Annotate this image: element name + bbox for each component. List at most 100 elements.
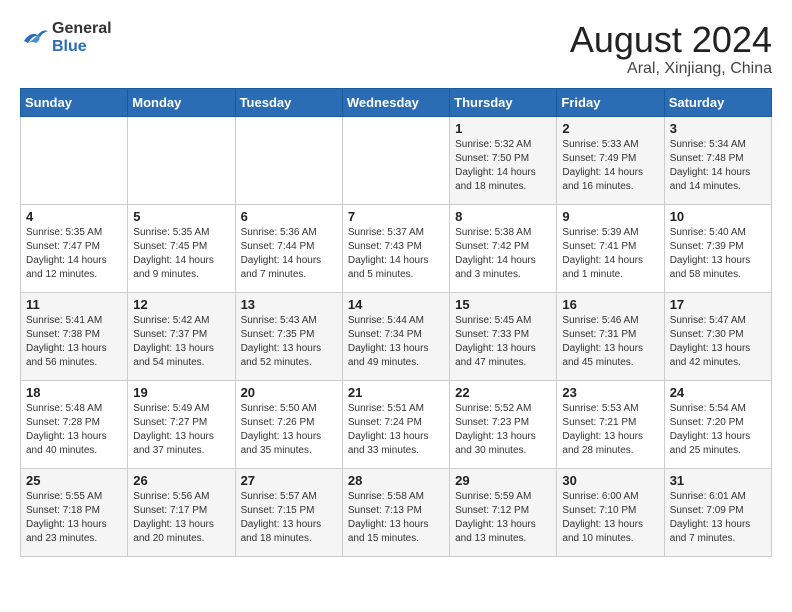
calendar-cell: 16 Sunrise: 5:46 AM Sunset: 7:31 PM Dayli… (557, 292, 664, 380)
logo: General Blue (20, 20, 112, 56)
page-header: General Blue August 2024 Aral, Xinjiang,… (20, 20, 772, 78)
day-number: 6 (241, 209, 337, 224)
day-number: 18 (26, 385, 122, 400)
calendar-cell: 21 Sunrise: 5:51 AM Sunset: 7:24 PM Dayli… (342, 380, 449, 468)
day-content: Sunrise: 5:55 AM Sunset: 7:18 PM Dayligh… (26, 490, 122, 546)
title-block: August 2024 Aral, Xinjiang, China (570, 20, 772, 78)
day-content: Sunrise: 5:47 AM Sunset: 7:30 PM Dayligh… (670, 314, 766, 370)
day-content: Sunrise: 5:51 AM Sunset: 7:24 PM Dayligh… (348, 402, 444, 458)
day-number: 21 (348, 385, 444, 400)
day-number: 4 (26, 209, 122, 224)
calendar-cell: 12 Sunrise: 5:42 AM Sunset: 7:37 PM Dayli… (128, 292, 235, 380)
day-content: Sunrise: 5:53 AM Sunset: 7:21 PM Dayligh… (562, 402, 658, 458)
calendar-cell: 13Sunrise: 5:43 AM Sunset: 7:35 PM Dayli… (235, 292, 342, 380)
day-content: Sunrise: 5:46 AM Sunset: 7:31 PM Dayligh… (562, 314, 658, 370)
day-number: 12 (133, 297, 229, 312)
location-subtitle: Aral, Xinjiang, China (570, 60, 772, 78)
calendar-cell: 22 Sunrise: 5:52 AM Sunset: 7:23 PM Dayli… (450, 380, 557, 468)
calendar-cell: 11Sunrise: 5:41 AM Sunset: 7:38 PM Dayli… (21, 292, 128, 380)
day-content: Sunrise: 5:34 AM Sunset: 7:48 PM Dayligh… (670, 138, 766, 194)
weekday-header-wednesday: Wednesday (342, 88, 449, 116)
day-number: 30 (562, 473, 658, 488)
weekday-header-tuesday: Tuesday (235, 88, 342, 116)
calendar-cell: 5Sunrise: 5:35 AM Sunset: 7:45 PM Daylig… (128, 204, 235, 292)
calendar-cell: 28Sunrise: 5:58 AM Sunset: 7:13 PM Dayli… (342, 468, 449, 556)
day-number: 10 (670, 209, 766, 224)
day-content: Sunrise: 5:41 AM Sunset: 7:38 PM Dayligh… (26, 314, 122, 370)
calendar-cell: 7 Sunrise: 5:37 AM Sunset: 7:43 PM Daylig… (342, 204, 449, 292)
day-content: Sunrise: 5:45 AM Sunset: 7:33 PM Dayligh… (455, 314, 551, 370)
calendar-cell (128, 116, 235, 204)
weekday-header-monday: Monday (128, 88, 235, 116)
day-content: Sunrise: 5:33 AM Sunset: 7:49 PM Dayligh… (562, 138, 658, 194)
weekday-header-friday: Friday (557, 88, 664, 116)
calendar-cell: 26 Sunrise: 5:56 AM Sunset: 7:17 PM Dayli… (128, 468, 235, 556)
calendar-cell (342, 116, 449, 204)
calendar-week-row: 4 Sunrise: 5:35 AM Sunset: 7:47 PM Daylig… (21, 204, 772, 292)
day-number: 20 (241, 385, 337, 400)
calendar-cell: 1Sunrise: 5:32 AM Sunset: 7:50 PM Daylig… (450, 116, 557, 204)
day-content: Sunrise: 5:42 AM Sunset: 7:37 PM Dayligh… (133, 314, 229, 370)
day-number: 26 (133, 473, 229, 488)
calendar-cell: 2 Sunrise: 5:33 AM Sunset: 7:49 PM Daylig… (557, 116, 664, 204)
day-number: 23 (562, 385, 658, 400)
calendar-cell: 29Sunrise: 5:59 AM Sunset: 7:12 PM Dayli… (450, 468, 557, 556)
calendar-cell: 17 Sunrise: 5:47 AM Sunset: 7:30 PM Dayli… (664, 292, 771, 380)
weekday-header-thursday: Thursday (450, 88, 557, 116)
calendar-body: 1Sunrise: 5:32 AM Sunset: 7:50 PM Daylig… (21, 116, 772, 556)
day-content: Sunrise: 5:57 AM Sunset: 7:15 PM Dayligh… (241, 490, 337, 546)
day-number: 13 (241, 297, 337, 312)
day-number: 9 (562, 209, 658, 224)
day-number: 7 (348, 209, 444, 224)
day-number: 3 (670, 121, 766, 136)
day-number: 24 (670, 385, 766, 400)
weekday-header-sunday: Sunday (21, 88, 128, 116)
day-content: Sunrise: 5:50 AM Sunset: 7:26 PM Dayligh… (241, 402, 337, 458)
calendar-cell: 10 Sunrise: 5:40 AM Sunset: 7:39 PM Dayli… (664, 204, 771, 292)
calendar-cell: 27 Sunrise: 5:57 AM Sunset: 7:15 PM Dayli… (235, 468, 342, 556)
calendar-cell: 4 Sunrise: 5:35 AM Sunset: 7:47 PM Daylig… (21, 204, 128, 292)
day-number: 25 (26, 473, 122, 488)
day-number: 14 (348, 297, 444, 312)
day-number: 2 (562, 121, 658, 136)
calendar-cell: 18Sunrise: 5:48 AM Sunset: 7:28 PM Dayli… (21, 380, 128, 468)
day-content: Sunrise: 5:40 AM Sunset: 7:39 PM Dayligh… (670, 226, 766, 282)
day-number: 16 (562, 297, 658, 312)
day-content: Sunrise: 5:32 AM Sunset: 7:50 PM Dayligh… (455, 138, 551, 194)
calendar-cell: 9Sunrise: 5:39 AM Sunset: 7:41 PM Daylig… (557, 204, 664, 292)
day-content: Sunrise: 5:35 AM Sunset: 7:45 PM Dayligh… (133, 226, 229, 282)
day-content: Sunrise: 5:37 AM Sunset: 7:43 PM Dayligh… (348, 226, 444, 282)
day-content: Sunrise: 5:38 AM Sunset: 7:42 PM Dayligh… (455, 226, 551, 282)
calendar-cell: 24 Sunrise: 5:54 AM Sunset: 7:20 PM Dayli… (664, 380, 771, 468)
day-content: Sunrise: 5:36 AM Sunset: 7:44 PM Dayligh… (241, 226, 337, 282)
day-content: Sunrise: 5:54 AM Sunset: 7:20 PM Dayligh… (670, 402, 766, 458)
logo-text: General Blue (52, 20, 112, 56)
calendar-week-row: 25 Sunrise: 5:55 AM Sunset: 7:18 PM Dayli… (21, 468, 772, 556)
day-number: 19 (133, 385, 229, 400)
day-number: 22 (455, 385, 551, 400)
day-number: 15 (455, 297, 551, 312)
calendar-cell: 30 Sunrise: 6:00 AM Sunset: 7:10 PM Dayli… (557, 468, 664, 556)
day-content: Sunrise: 5:56 AM Sunset: 7:17 PM Dayligh… (133, 490, 229, 546)
calendar-cell: 14Sunrise: 5:44 AM Sunset: 7:34 PM Dayli… (342, 292, 449, 380)
calendar-week-row: 18Sunrise: 5:48 AM Sunset: 7:28 PM Dayli… (21, 380, 772, 468)
day-content: Sunrise: 6:01 AM Sunset: 7:09 PM Dayligh… (670, 490, 766, 546)
calendar-cell: 31 Sunrise: 6:01 AM Sunset: 7:09 PM Dayli… (664, 468, 771, 556)
calendar-week-row: 1Sunrise: 5:32 AM Sunset: 7:50 PM Daylig… (21, 116, 772, 204)
day-content: Sunrise: 5:52 AM Sunset: 7:23 PM Dayligh… (455, 402, 551, 458)
day-number: 31 (670, 473, 766, 488)
day-number: 27 (241, 473, 337, 488)
day-number: 8 (455, 209, 551, 224)
calendar-cell: 15 Sunrise: 5:45 AM Sunset: 7:33 PM Dayli… (450, 292, 557, 380)
calendar-cell: 20 Sunrise: 5:50 AM Sunset: 7:26 PM Dayli… (235, 380, 342, 468)
calendar-header: SundayMondayTuesdayWednesdayThursdayFrid… (21, 88, 772, 116)
day-content: Sunrise: 5:35 AM Sunset: 7:47 PM Dayligh… (26, 226, 122, 282)
calendar-cell: 8 Sunrise: 5:38 AM Sunset: 7:42 PM Daylig… (450, 204, 557, 292)
calendar-cell: 3 Sunrise: 5:34 AM Sunset: 7:48 PM Daylig… (664, 116, 771, 204)
weekday-header-saturday: Saturday (664, 88, 771, 116)
day-number: 17 (670, 297, 766, 312)
day-content: Sunrise: 6:00 AM Sunset: 7:10 PM Dayligh… (562, 490, 658, 546)
calendar-cell: 23 Sunrise: 5:53 AM Sunset: 7:21 PM Dayli… (557, 380, 664, 468)
day-number: 28 (348, 473, 444, 488)
day-number: 29 (455, 473, 551, 488)
